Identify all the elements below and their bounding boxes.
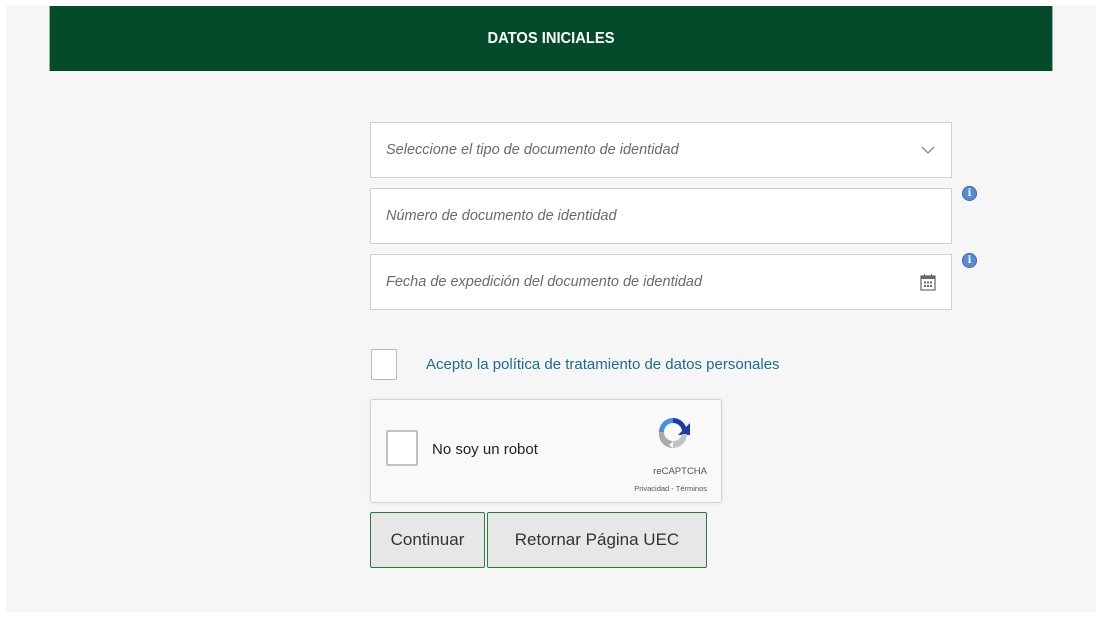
calendar-icon[interactable] xyxy=(920,273,936,291)
policy-link[interactable]: Acepto la política de tratamiento de dat… xyxy=(426,356,780,373)
continue-button[interactable]: Continuar xyxy=(370,512,485,568)
captcha-checkbox[interactable] xyxy=(386,430,418,466)
page-title: DATOS INICIALES xyxy=(487,29,615,47)
info-glyph: i xyxy=(967,255,972,266)
policy-checkbox[interactable] xyxy=(371,349,397,380)
chevron-down-icon xyxy=(921,146,935,154)
document-date-info-icon[interactable]: i xyxy=(962,253,977,268)
recaptcha-logo-icon xyxy=(658,418,690,449)
recaptcha-brand: reCAPTCHA xyxy=(653,466,707,477)
document-number-placeholder: Número de documento de identidad xyxy=(386,208,617,224)
document-date-field[interactable]: Fecha de expedición del documento de ide… xyxy=(370,254,952,310)
document-type-select[interactable]: Seleccione el tipo de documento de ident… xyxy=(370,122,952,178)
document-type-placeholder: Seleccione el tipo de documento de ident… xyxy=(386,142,679,158)
return-uec-button[interactable]: Retornar Página UEC xyxy=(487,512,707,568)
document-number-field[interactable]: Número de documento de identidad xyxy=(370,188,952,244)
info-glyph: i xyxy=(967,188,972,199)
header-bar: DATOS INICIALES xyxy=(49,6,1053,71)
document-number-info-icon[interactable]: i xyxy=(962,186,977,201)
captcha-label: No soy un robot xyxy=(432,441,538,458)
recaptcha-links[interactable]: Privacidad - Términos xyxy=(571,484,707,493)
recaptcha-widget: No soy un robot reCAPTCHA Privacidad - T… xyxy=(370,399,722,503)
document-date-placeholder: Fecha de expedición del documento de ide… xyxy=(386,274,703,290)
